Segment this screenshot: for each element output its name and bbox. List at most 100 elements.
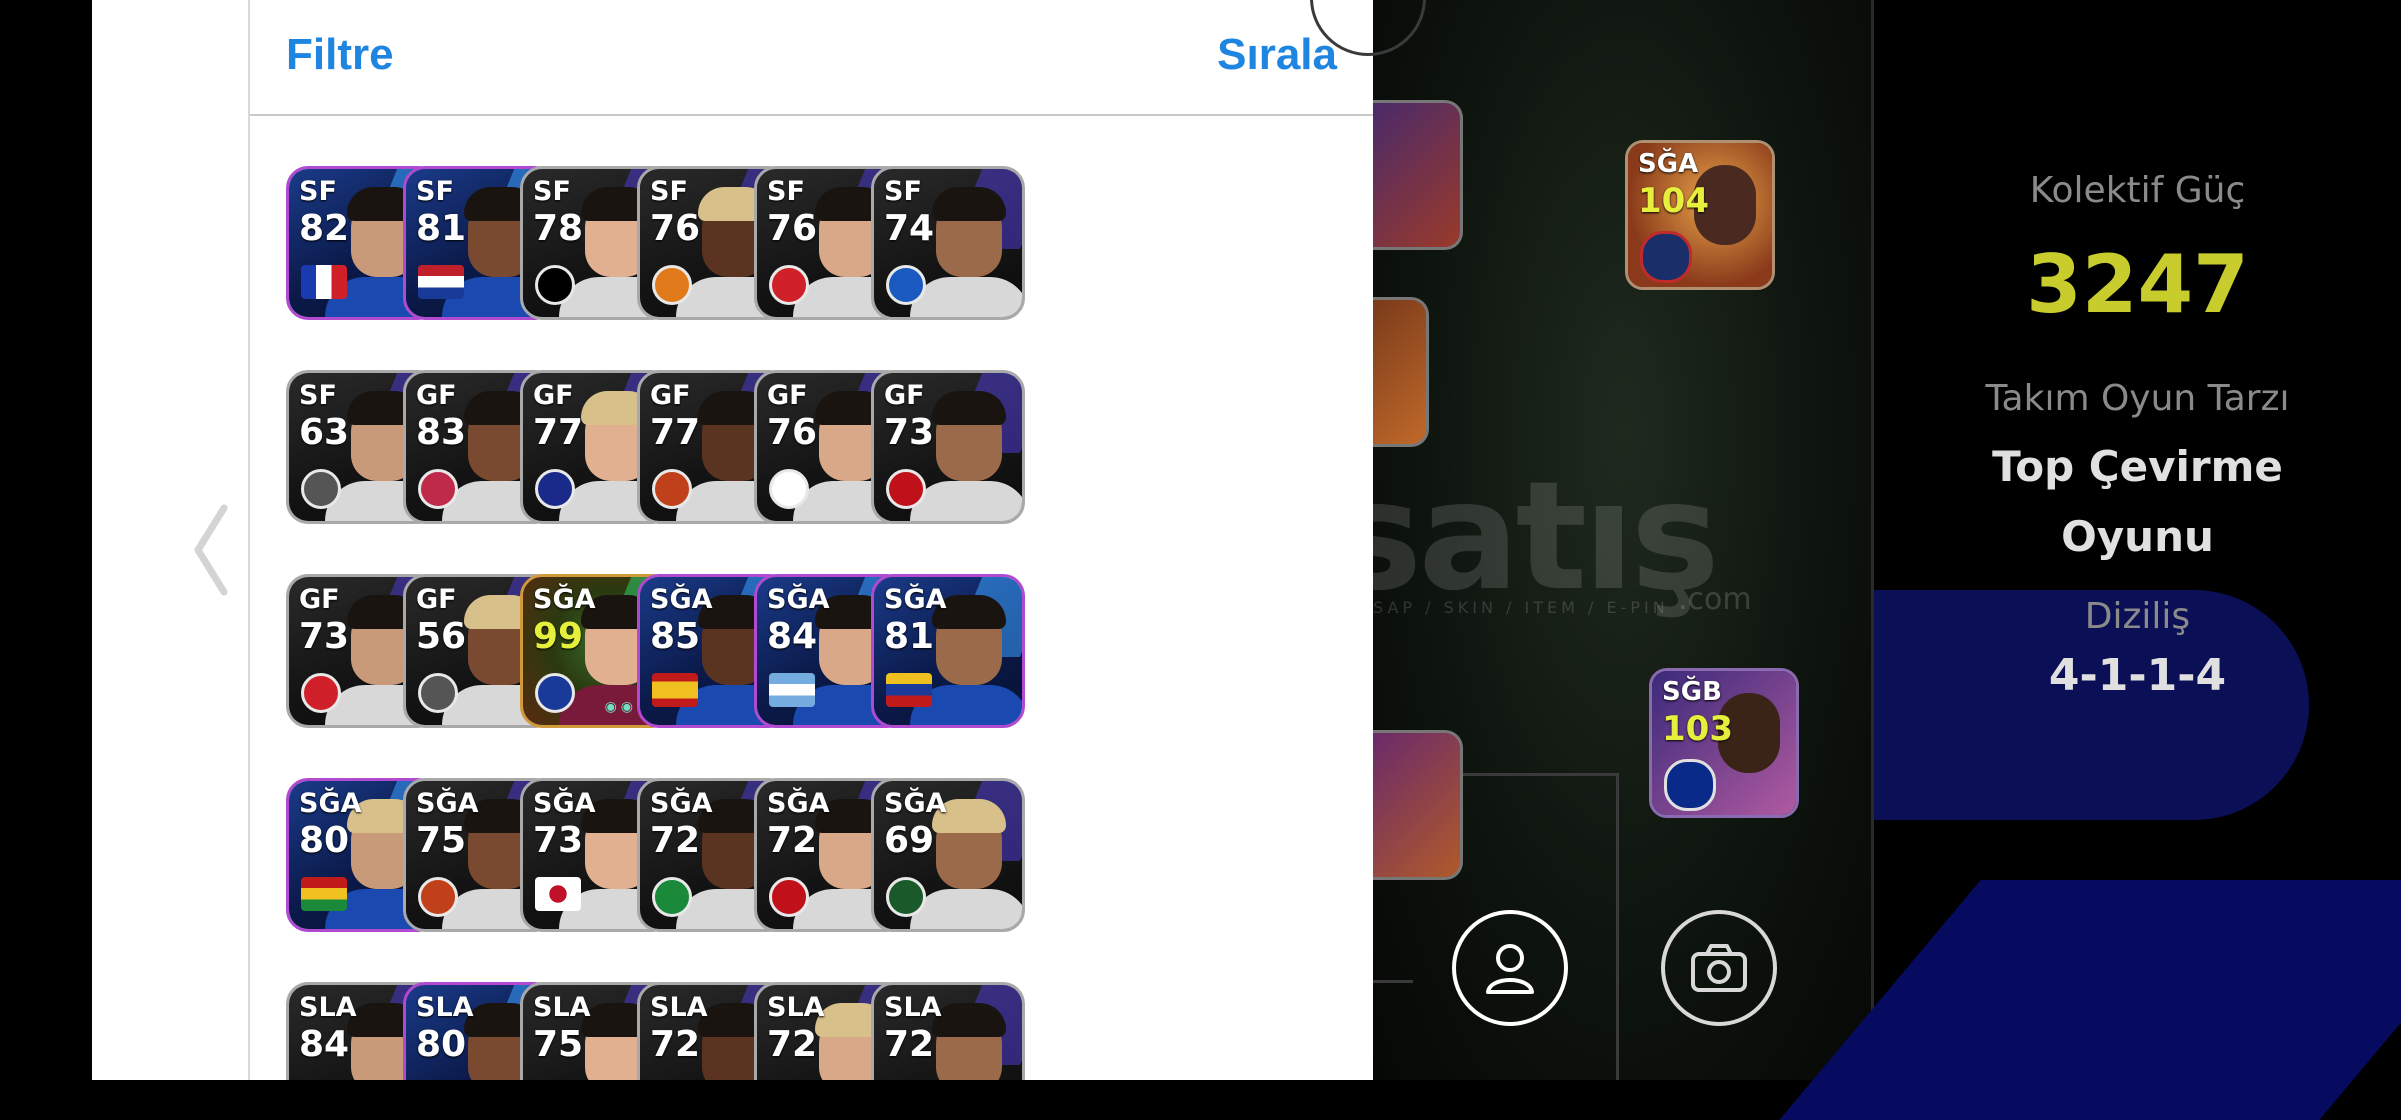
player-card[interactable]: SF 74 [871, 166, 1025, 320]
pitch-player-card-partial[interactable] [1373, 100, 1463, 250]
player-hair [932, 187, 1006, 221]
player-rating: 75 [416, 820, 467, 861]
player-position: SLA [884, 992, 942, 1023]
player-rating: 76 [767, 412, 818, 453]
chevron-left-icon[interactable] [188, 500, 238, 600]
player-position: SF [650, 176, 688, 207]
player-rating: 81 [884, 616, 935, 657]
player-rating: 76 [767, 208, 818, 249]
pitch-player-card[interactable]: SĞB 103 [1649, 668, 1799, 818]
sort-button[interactable]: Sırala [1217, 30, 1337, 80]
club-green-badge-icon [886, 877, 926, 917]
player-rating: 72 [650, 1024, 701, 1065]
player-position: SLA [650, 992, 708, 1023]
pitch-player-card-partial[interactable] [1373, 297, 1429, 447]
player-rating: 78 [533, 208, 584, 249]
club-galatasaray-badge-icon [418, 877, 458, 917]
filter-button[interactable]: Filtre [286, 30, 394, 80]
player-position: GF [650, 380, 691, 411]
player-position: SLA [416, 992, 474, 1023]
player-card[interactable]: GF 73 [871, 370, 1025, 524]
team-strength-value: 3247 [2026, 238, 2249, 331]
player-hair [932, 391, 1006, 425]
france-flag-icon [301, 265, 347, 299]
playstyle-label: Takım Oyun Tarzı [1985, 378, 2290, 419]
player-rating: 73 [533, 820, 584, 861]
netherlands-flag-icon [418, 265, 464, 299]
player-card[interactable]: SĞA 69 [871, 778, 1025, 932]
club-lille-badge-icon [886, 469, 926, 509]
player-position: SĞA [416, 788, 479, 819]
watermark-subtitle: SAP / SKIN / ITEM / E-PIN [1373, 598, 1669, 617]
pitch-player-card[interactable]: SĞA 104 [1625, 140, 1775, 290]
player-card[interactable]: SĞA 81 [871, 574, 1025, 728]
player-position: GF [767, 380, 808, 411]
player-rating: 72 [767, 820, 818, 861]
pitch-player-rating: 103 [1662, 709, 1733, 749]
shield-grey-badge-icon [301, 469, 341, 509]
player-rating: 69 [884, 820, 935, 861]
club-galatasaray-badge-icon [652, 469, 692, 509]
player-position: SLA [533, 992, 591, 1023]
player-position: SLA [767, 992, 825, 1023]
club-fenerbahce-badge-icon [535, 469, 575, 509]
watermark-suffix: .com [1678, 582, 1752, 617]
player-position: GF [416, 584, 457, 615]
playstyle-value-line: Oyunu [2061, 512, 2214, 561]
pitch-player-rating: 104 [1638, 181, 1709, 221]
player-rating: 56 [416, 616, 467, 657]
player-rating: 63 [299, 412, 350, 453]
club-mds-badge-icon [418, 469, 458, 509]
formation-label: Diziliş [2084, 596, 2191, 637]
team-strength-label: Kolektif Güç [2029, 170, 2246, 211]
person-icon [1486, 944, 1534, 994]
player-rating: 72 [884, 1024, 935, 1065]
pitch-player-position: SĞB [1662, 677, 1722, 707]
pitch-line [1373, 980, 1413, 983]
profile-button[interactable] [1452, 910, 1568, 1026]
venezuela-flag-icon [886, 673, 932, 707]
playstyle-value: Top Çevirme Oyunu [1874, 432, 2401, 572]
player-card[interactable]: SLA 72 [871, 982, 1025, 1080]
player-rating: 75 [533, 1024, 584, 1065]
player-list-panel: Filtre Sırala SF 82 SF 81 SF 78 SF 76 SF 76 SF 74 SF… [250, 0, 1373, 1080]
player-rating: 80 [299, 820, 350, 861]
player-shirt [910, 889, 1022, 929]
club-besiktas-badge-icon [535, 265, 575, 305]
player-position: SĞA [650, 584, 713, 615]
player-position: SĞA [533, 788, 596, 819]
camera-button[interactable] [1661, 910, 1777, 1026]
player-position: GF [884, 380, 925, 411]
player-rating: 84 [767, 616, 818, 657]
skill-dots-icon: ◉◉ [604, 699, 637, 715]
playstyle-value-line: Top Çevirme [1992, 442, 2283, 491]
player-rating: 73 [884, 412, 935, 453]
formation-value: 4-1-1-4 [2048, 650, 2227, 701]
player-position: SĞA [767, 584, 830, 615]
club-red-badge-icon [769, 265, 809, 305]
player-position: SF [299, 176, 337, 207]
player-rating: 72 [650, 820, 701, 861]
player-rating: 73 [299, 616, 350, 657]
player-position: SĞA [884, 788, 947, 819]
player-position: SLA [299, 992, 357, 1023]
spain-flag-icon [652, 673, 698, 707]
club-olympiacos-badge-icon [301, 673, 341, 713]
player-position: SF [884, 176, 922, 207]
pitch-player-card-partial[interactable] [1373, 730, 1463, 880]
player-position: SĞA [767, 788, 830, 819]
panel-header: Filtre Sırala [250, 0, 1373, 116]
club-internacional-badge-icon [769, 877, 809, 917]
camera-icon [1691, 944, 1747, 992]
shield-grey-badge-icon [418, 673, 458, 713]
player-rating: 84 [299, 1024, 350, 1065]
player-position: GF [416, 380, 457, 411]
player-shirt [910, 481, 1022, 521]
player-position: SF [767, 176, 805, 207]
club-badge-icon [1640, 231, 1692, 283]
japan-flag-icon [535, 877, 581, 911]
player-position: SĞA [299, 788, 362, 819]
argentina-flag-icon [769, 673, 815, 707]
player-rating: 85 [650, 616, 701, 657]
player-rating: 81 [416, 208, 467, 249]
